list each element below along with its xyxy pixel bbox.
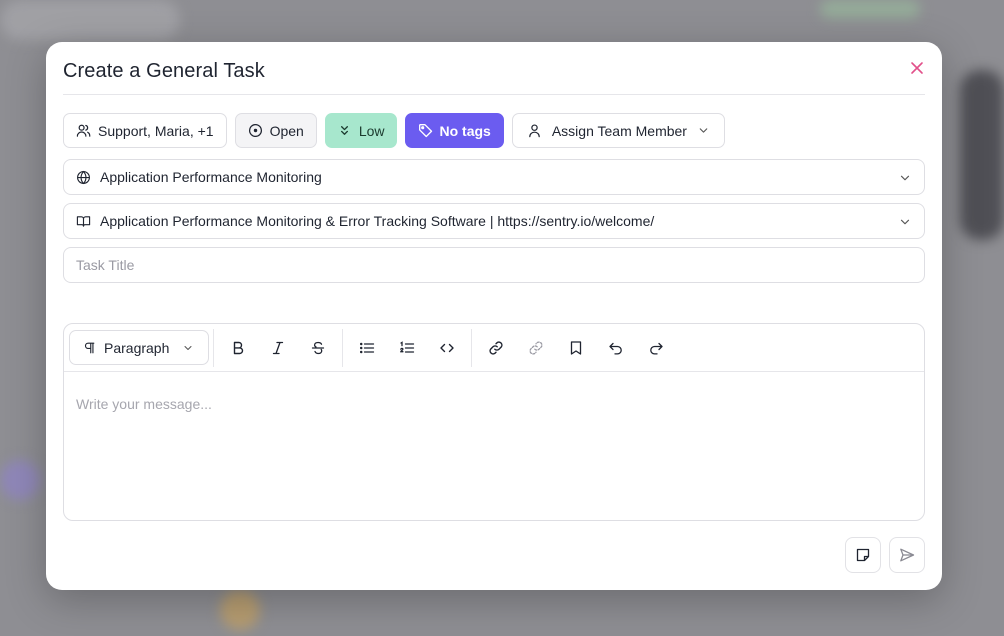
assignees-label: Support, Maria, +1 xyxy=(98,122,214,139)
bold-icon xyxy=(233,341,244,354)
tags-label: No tags xyxy=(439,122,491,139)
toolbar-divider xyxy=(213,328,214,367)
users-icon xyxy=(76,124,91,137)
ordered-list-icon xyxy=(400,340,415,353)
link-icon xyxy=(489,340,503,355)
status-open-icon xyxy=(248,123,262,138)
send-icon xyxy=(900,548,915,562)
toolbar-divider xyxy=(471,328,472,367)
redo-button[interactable] xyxy=(636,332,676,364)
italic-icon xyxy=(272,341,284,354)
chevron-down-icon xyxy=(900,175,910,181)
assign-team-member-dropdown[interactable]: Assign Team Member xyxy=(511,113,725,148)
modal-header: Create a General Task xyxy=(63,42,925,95)
strikethrough-icon xyxy=(311,341,325,354)
priority-label: Low xyxy=(358,122,385,139)
bookmark-icon xyxy=(570,340,582,355)
code-button[interactable] xyxy=(427,332,467,364)
bold-button[interactable] xyxy=(218,332,258,364)
strikethrough-button[interactable] xyxy=(298,332,338,364)
note-button[interactable] xyxy=(845,537,881,573)
undo-button[interactable] xyxy=(596,332,636,364)
italic-button[interactable] xyxy=(258,332,298,364)
chevron-down-icon xyxy=(900,219,910,225)
code-icon xyxy=(440,343,454,352)
tag-icon xyxy=(418,124,432,138)
chevrons-down-icon xyxy=(340,126,348,135)
chevron-down-icon xyxy=(184,345,192,351)
task-properties-row: Support, Maria, +1 Open Low No tags Assi… xyxy=(63,113,725,148)
unlink-button[interactable] xyxy=(516,332,556,364)
project-select-value: Application Performance Monitoring xyxy=(100,169,322,185)
bullet-list-button[interactable] xyxy=(347,332,387,364)
status-chip[interactable]: Open xyxy=(234,113,317,148)
redo-icon xyxy=(650,342,663,355)
editor-toolbar: Paragraph xyxy=(64,324,924,372)
block-type-label: Paragraph xyxy=(104,339,170,356)
message-editor: Paragraph Write your message... xyxy=(63,323,925,521)
unlink-icon xyxy=(529,340,543,355)
source-select-value: Application Performance Monitoring & Err… xyxy=(100,213,655,229)
pilcrow-icon xyxy=(84,342,95,353)
globe-icon xyxy=(77,170,90,184)
toolbar-divider xyxy=(342,328,343,367)
chevron-down-icon xyxy=(699,128,708,133)
block-type-dropdown[interactable]: Paragraph xyxy=(69,330,209,365)
create-task-modal: Create a General Task Support, Maria, +1… xyxy=(46,42,942,590)
message-body-input[interactable]: Write your message... xyxy=(64,373,924,520)
task-title-input[interactable] xyxy=(63,247,925,283)
source-select[interactable]: Application Performance Monitoring & Err… xyxy=(63,203,925,239)
status-label: Open xyxy=(269,122,304,139)
close-button[interactable] xyxy=(909,60,925,76)
project-select[interactable]: Application Performance Monitoring xyxy=(63,159,925,195)
assignees-chip[interactable]: Support, Maria, +1 xyxy=(63,113,227,148)
undo-icon xyxy=(609,342,622,355)
bullet-list-icon xyxy=(359,342,375,353)
bookmark-button[interactable] xyxy=(556,332,596,364)
assign-member-label: Assign Team Member xyxy=(551,122,687,139)
user-icon xyxy=(529,124,540,138)
ordered-list-button[interactable] xyxy=(387,332,427,364)
modal-title: Create a General Task xyxy=(63,60,265,82)
priority-chip[interactable]: Low xyxy=(324,113,397,148)
send-button[interactable] xyxy=(889,537,925,573)
message-placeholder: Write your message... xyxy=(76,396,212,412)
book-icon xyxy=(76,215,91,227)
link-button[interactable] xyxy=(476,332,516,364)
close-icon xyxy=(911,62,923,74)
sticky-note-icon xyxy=(856,548,870,562)
tags-chip[interactable]: No tags xyxy=(404,113,504,148)
